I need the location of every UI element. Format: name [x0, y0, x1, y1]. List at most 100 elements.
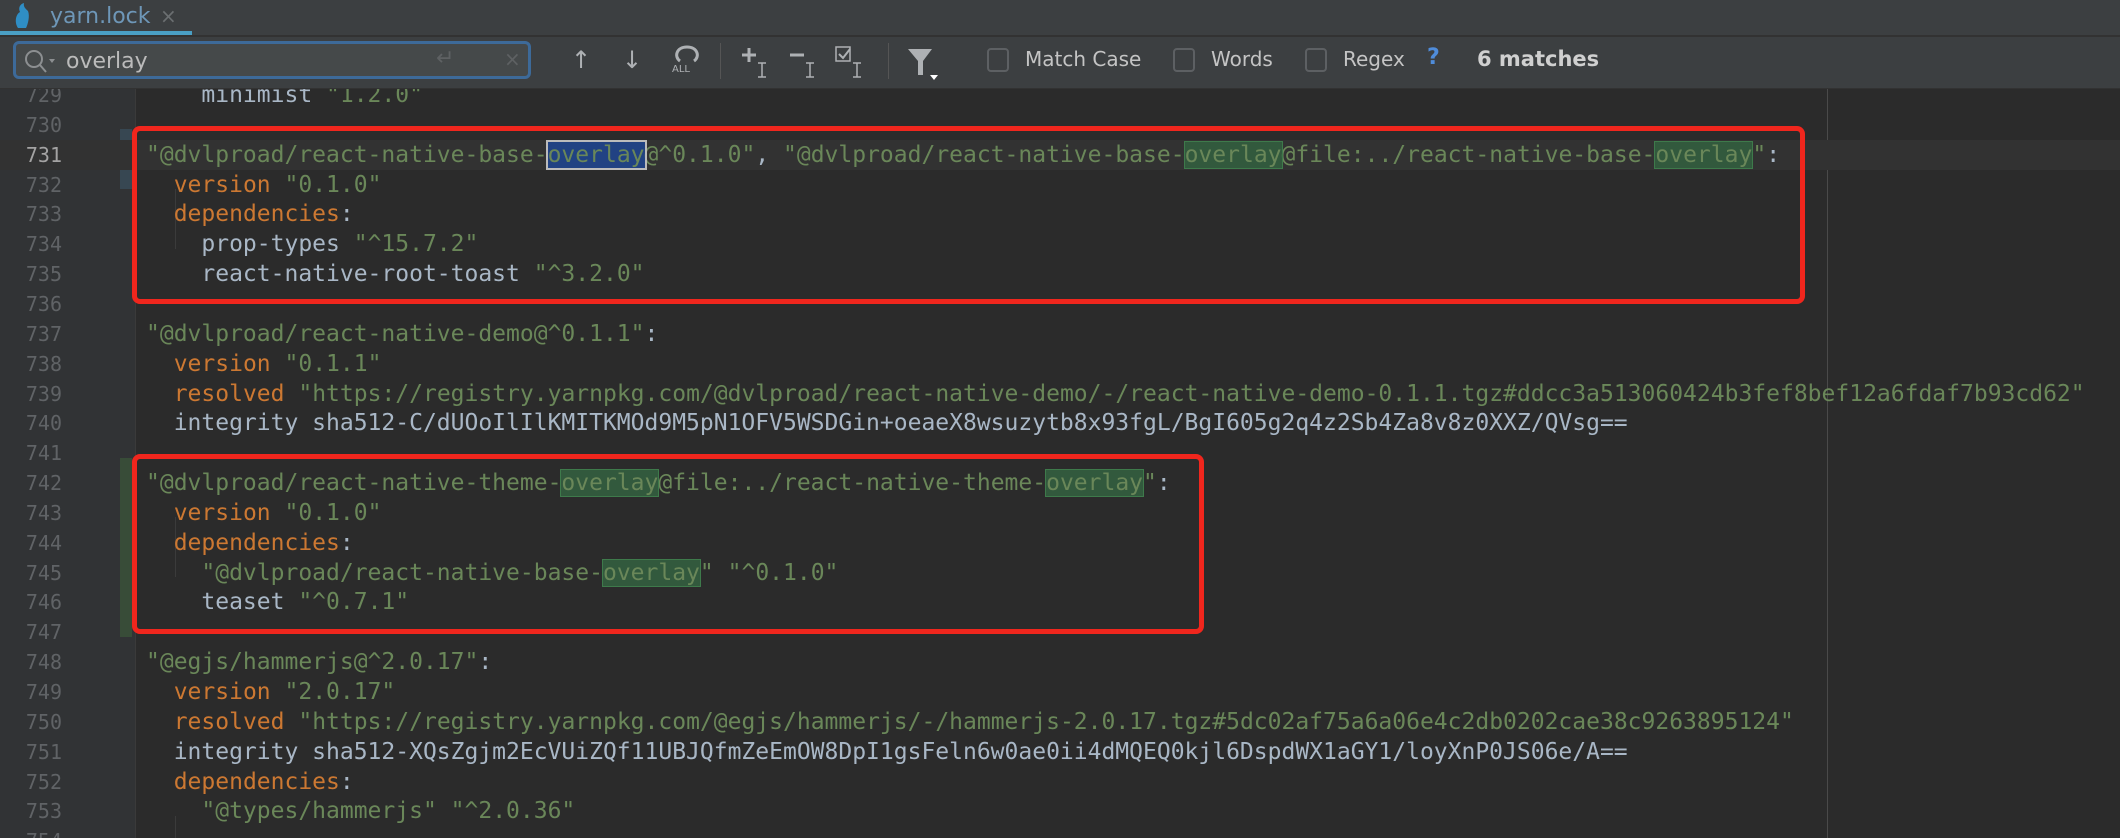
key-token: resolved [173, 380, 285, 407]
remove-occurrence-icon[interactable] [786, 45, 820, 79]
line-code: "@egjs/hammerjs@^2.0.17": [146, 647, 492, 677]
code-line[interactable]: 729 minimist "1.2.0" [0, 89, 2120, 110]
line-number: 733 [25, 202, 62, 227]
match-case-checkbox[interactable] [987, 48, 1009, 72]
string-token: "https://registry.yarnpkg.com/@egjs/hamm… [298, 708, 1794, 735]
line-number: 743 [25, 500, 62, 525]
text-token: integrity sha512-C/dUOoIlIlKMITKMOd9M5pN… [146, 410, 1628, 437]
code-line[interactable]: 750 resolved "https://registry.yarnpkg.c… [0, 707, 2120, 737]
line-number: 739 [25, 381, 62, 406]
tab-title: yarn.lock [50, 4, 151, 29]
search-history-icon[interactable] [24, 49, 58, 75]
key-token: version [173, 679, 271, 705]
line-code: version "2.0.17" [146, 677, 396, 707]
string-token: "@dvlproad/react-native-demo@^0.1.1" [146, 320, 645, 347]
code-editor[interactable]: 729 minimist "1.2.0" 730 731 "@dvlproad/rea… [0, 89, 2120, 838]
line-number: 754 [0, 826, 62, 838]
search-input[interactable] [64, 47, 428, 75]
line-number: 748 [25, 650, 62, 675]
line-code: resolved "https://registry.yarnpkg.com/@… [146, 379, 2085, 409]
search-field[interactable]: ↵ × [13, 41, 531, 79]
text-token: integrity sha512-XQsZgjm2EcVUiZQf11UBJQf… [146, 738, 1628, 765]
line-number: 741 [25, 441, 62, 466]
clear-search-icon[interactable]: × [504, 47, 521, 71]
line-code: "@types/hammerjs" "^2.0.36" [146, 796, 575, 826]
key-token: resolved [173, 708, 285, 735]
line-number: 752 [25, 769, 62, 794]
text-token: : [644, 320, 659, 347]
annotation-box-base-overlay [132, 126, 1805, 304]
line-number: 753 [25, 799, 62, 824]
line-number: 730 [25, 112, 62, 137]
code-line[interactable]: 754 [0, 826, 2120, 838]
line-number: 738 [25, 351, 62, 376]
enter-icon[interactable]: ↵ [436, 46, 454, 71]
code-line[interactable]: 738 version "0.1.1" [0, 349, 2120, 379]
line-number: 751 [25, 739, 62, 764]
text-token: : [478, 649, 493, 676]
code-line[interactable]: 739 resolved "https://registry.yarnpkg.c… [0, 379, 2120, 409]
next-occurrence-button[interactable]: ↓ [622, 45, 642, 75]
regex-label[interactable]: Regex [1343, 47, 1405, 71]
line-code: version "0.1.1" [146, 349, 382, 379]
string-token: "@egjs/hammerjs@^2.0.17" [146, 649, 479, 676]
words-label[interactable]: Words [1211, 47, 1273, 71]
code-line[interactable]: 753 "@types/hammerjs" "^2.0.36" [0, 796, 2120, 826]
match-case-label[interactable]: Match Case [1025, 47, 1141, 71]
line-number: 736 [25, 291, 62, 316]
line-number: 735 [25, 262, 62, 287]
code-line[interactable]: 737 "@dvlproad/react-native-demo@^0.1.1": [0, 319, 2120, 349]
toolbar-divider [888, 43, 889, 79]
yarn-cat-icon [15, 3, 29, 28]
code-line[interactable]: 748 "@egjs/hammerjs@^2.0.17": [0, 647, 2120, 677]
select-all-occurrences-icon[interactable] [833, 45, 867, 79]
string-token: "https://registry.yarnpkg.com/@dvlproad/… [298, 380, 2085, 407]
code-line[interactable]: 749 version "2.0.17" [0, 677, 2120, 707]
code-line[interactable]: 752 dependencies: [0, 767, 2120, 797]
select-all-label: ALL [672, 64, 690, 75]
text-token: : [339, 768, 354, 795]
line-number: 744 [25, 530, 62, 555]
previous-occurrence-button[interactable]: ↑ [571, 45, 591, 75]
tab-close-icon[interactable]: × [160, 4, 177, 28]
string-token: "2.0.17" [284, 679, 396, 705]
line-code: minimist "1.2.0" [146, 89, 423, 110]
key-token: version [173, 350, 271, 377]
filter-icon[interactable] [906, 45, 940, 81]
line-number: 742 [25, 471, 62, 496]
add-occurrence-icon[interactable] [738, 45, 772, 79]
regex-help-icon[interactable]: ? [1427, 45, 1440, 70]
line-number: 734 [25, 232, 62, 257]
line-number: 731 [25, 142, 62, 167]
string-token: "@types/hammerjs" [201, 798, 437, 825]
line-number: 749 [25, 680, 62, 704]
words-checkbox[interactable] [1173, 48, 1195, 72]
line-code: dependencies: [146, 767, 354, 797]
code-line[interactable]: 740 integrity sha512-C/dUOoIlIlKMITKMOd9… [0, 408, 2120, 438]
line-code: resolved "https://registry.yarnpkg.com/@… [146, 707, 1794, 737]
string-token: "^2.0.36" [450, 798, 576, 825]
select-all-occurrences-button[interactable]: ALL [670, 45, 704, 76]
toolbar-divider [720, 43, 721, 79]
line-number: 750 [25, 709, 62, 734]
line-number: 747 [25, 620, 62, 645]
regex-checkbox[interactable] [1305, 48, 1327, 72]
key-token: dependencies [173, 768, 340, 795]
line-number: 737 [25, 321, 62, 346]
string-token: "0.1.1" [284, 350, 382, 377]
code-line[interactable]: 751 integrity sha512-XQsZgjm2EcVUiZQf11U… [0, 737, 2120, 767]
tab-yarn-lock[interactable]: yarn.lock × [0, 0, 192, 35]
text-token: minimist [146, 89, 327, 108]
line-code: integrity sha512-C/dUOoIlIlKMITKMOd9M5pN… [146, 408, 1628, 438]
